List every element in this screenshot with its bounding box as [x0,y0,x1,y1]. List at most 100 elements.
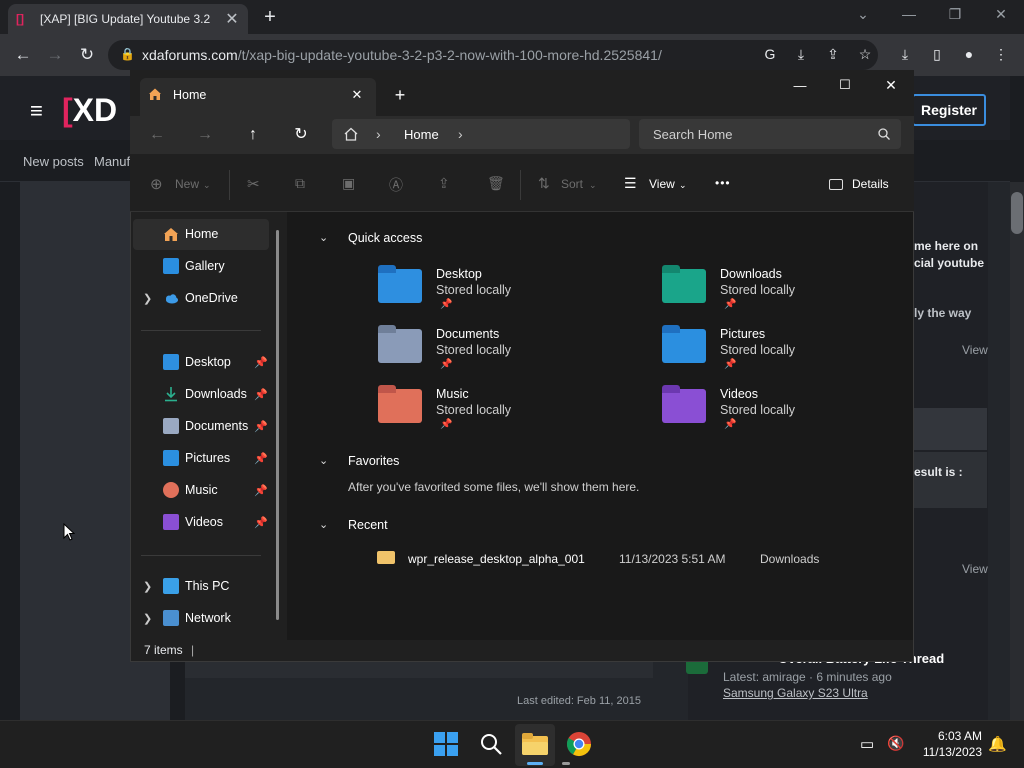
pin-icon[interactable]: 📌 [253,356,269,369]
quick-access-item[interactable]: Downloads Stored locally 📌 [662,265,922,323]
clock-time[interactable]: 6:03 AM [916,729,982,743]
pin-icon[interactable]: 📌 [253,452,269,465]
view-icon[interactable]: ☰ [624,175,637,192]
view-link[interactable]: View [962,343,988,357]
close-window-button[interactable]: ✕ [881,77,901,94]
chrome-icon[interactable] [566,731,594,759]
sort-button[interactable]: Sort [561,177,583,191]
close-tab-icon[interactable]: ✕ [350,87,364,103]
sidebar-item-videos[interactable]: Videos 📌 [135,507,269,537]
maximize-button[interactable]: ☐ [835,77,855,93]
share-icon[interactable]: ⇪ [438,175,450,192]
bookmark-star-icon[interactable]: ☆ [855,46,875,64]
nav-manufacturers[interactable]: Manuf [94,154,130,169]
sidebar-item-gallery[interactable]: Gallery [135,251,269,281]
quick-access-item[interactable]: Documents Stored locally 📌 [378,325,638,383]
sidebar-scrollbar[interactable] [276,230,279,620]
quick-access-item[interactable]: Desktop Stored locally 📌 [378,265,638,323]
sidebar-item-onedrive[interactable]: OneDrive [135,283,269,313]
cut-icon[interactable]: ✂ [247,175,260,193]
volume-muted-icon[interactable]: 🔇 [887,735,904,752]
view-button[interactable]: View [649,177,675,191]
home-outline-icon[interactable] [343,126,359,142]
sidebar-item-music[interactable]: Music 📌 [135,475,269,505]
clock-date[interactable]: 11/13/2023 [916,745,982,759]
chevron-down-icon[interactable]: ⌄ [319,454,328,467]
minimize-button[interactable]: — [790,78,810,93]
page-scrollbar[interactable] [1010,182,1024,720]
restore-button[interactable]: ❐ [940,6,970,26]
sidebar-item-network[interactable]: Network [135,603,269,633]
breadcrumb-chevron-icon[interactable]: › [458,126,463,142]
sidebar-item-documents[interactable]: Documents 📌 [135,411,269,441]
quick-access-item[interactable]: Videos Stored locally 📌 [662,385,922,443]
close-window-button[interactable]: ✕ [986,6,1016,26]
details-button[interactable]: Details [852,177,889,191]
share-icon[interactable]: ⇪ [823,46,843,64]
browser-tab[interactable]: [] [XAP] [BIG Update] Youtube 3.2 ✕ [8,4,248,34]
quick-access-item[interactable]: Music Stored locally 📌 [378,385,638,443]
windows-start-icon[interactable] [433,731,461,759]
file-explorer-taskbar-icon[interactable] [521,731,549,759]
downloads-icon[interactable]: ⤓ [895,46,915,64]
forward-button[interactable]: → [42,42,68,68]
new-plus-icon[interactable]: ⊕ [150,175,163,193]
google-lens-icon[interactable]: G [760,46,780,64]
recent-heading[interactable]: Recent [348,518,388,532]
tab-search-icon[interactable]: ⌄ [848,6,878,26]
delete-icon[interactable]: 🗑 [487,175,505,192]
nav-new-posts[interactable]: New posts [23,154,84,169]
side-panel-icon[interactable]: ▯ [927,46,947,64]
sidebar-item-home[interactable]: Home [135,219,269,249]
chevron-down-icon[interactable]: ⌄ [319,231,328,244]
chrome-menu-icon[interactable]: ⋮ [991,46,1011,64]
lock-icon[interactable]: 🔒 [120,47,135,61]
pin-icon[interactable]: 📌 [253,484,269,497]
minimize-button[interactable]: — [894,6,924,26]
details-pane-icon[interactable] [829,179,843,190]
register-button[interactable]: Register [912,94,986,126]
back-arrow-icon[interactable]: ← [145,124,169,146]
copy-icon[interactable]: ⧉ [295,175,305,192]
refresh-icon[interactable]: ↻ [289,124,313,146]
sidebar-item-desktop[interactable]: Desktop 📌 [135,347,269,377]
new-tab-button[interactable]: + [258,5,282,29]
quick-access-item[interactable]: Pictures Stored locally 📌 [662,325,922,383]
new-tab-button[interactable]: + [392,85,408,106]
search-icon[interactable] [478,731,506,759]
search-icon[interactable] [877,127,891,141]
pin-icon[interactable]: 📌 [253,388,269,401]
breadcrumb-home[interactable]: Home [404,127,439,142]
url-text[interactable]: xdaforums.com/t/xap-big-update-youtube-3… [142,47,662,63]
sidebar-item-label: Music [185,483,218,497]
forward-arrow-icon[interactable]: → [193,124,217,146]
more-options-icon[interactable]: ••• [715,176,731,190]
install-app-icon[interactable]: ⤓ [791,46,811,64]
sort-icon[interactable]: ⇅ [538,175,550,192]
notification-bell-icon[interactable]: 🔔 [988,735,1007,753]
sidebar-item-this-pc[interactable]: This PC [135,571,269,601]
pin-icon[interactable]: 📌 [253,516,269,529]
sidebar-item-pictures[interactable]: Pictures 📌 [135,443,269,473]
reload-button[interactable]: ↻ [74,42,100,68]
up-arrow-icon[interactable]: ↑ [241,124,265,146]
xda-logo[interactable]: [XD [62,92,117,129]
paste-icon[interactable]: ▣ [342,175,355,192]
page-scrollbar-thumb[interactable] [1011,192,1023,234]
back-button[interactable]: ← [10,42,36,68]
breadcrumb-chevron-icon[interactable]: › [376,126,381,142]
new-button[interactable]: New [175,177,199,191]
thread-forum-link[interactable]: Samsung Galaxy S23 Ultra [723,686,868,700]
favorites-heading[interactable]: Favorites [348,454,399,468]
recent-file-row[interactable]: wpr_release_desktop_alpha_001 11/13/2023… [372,544,912,572]
quick-access-heading[interactable]: Quick access [348,231,422,245]
network-status-icon[interactable]: ▭ [860,735,874,753]
close-tab-icon[interactable]: ✕ [224,9,240,29]
profile-icon[interactable]: ● [959,46,979,64]
sidebar-item-downloads[interactable]: Downloads 📌 [135,379,269,409]
pin-icon[interactable]: 📌 [253,420,269,433]
view-link[interactable]: View [962,562,988,576]
hamburger-menu-icon[interactable]: ≡ [30,98,43,124]
chevron-down-icon[interactable]: ⌄ [319,518,328,531]
rename-icon[interactable]: Ⓐ [389,175,403,195]
